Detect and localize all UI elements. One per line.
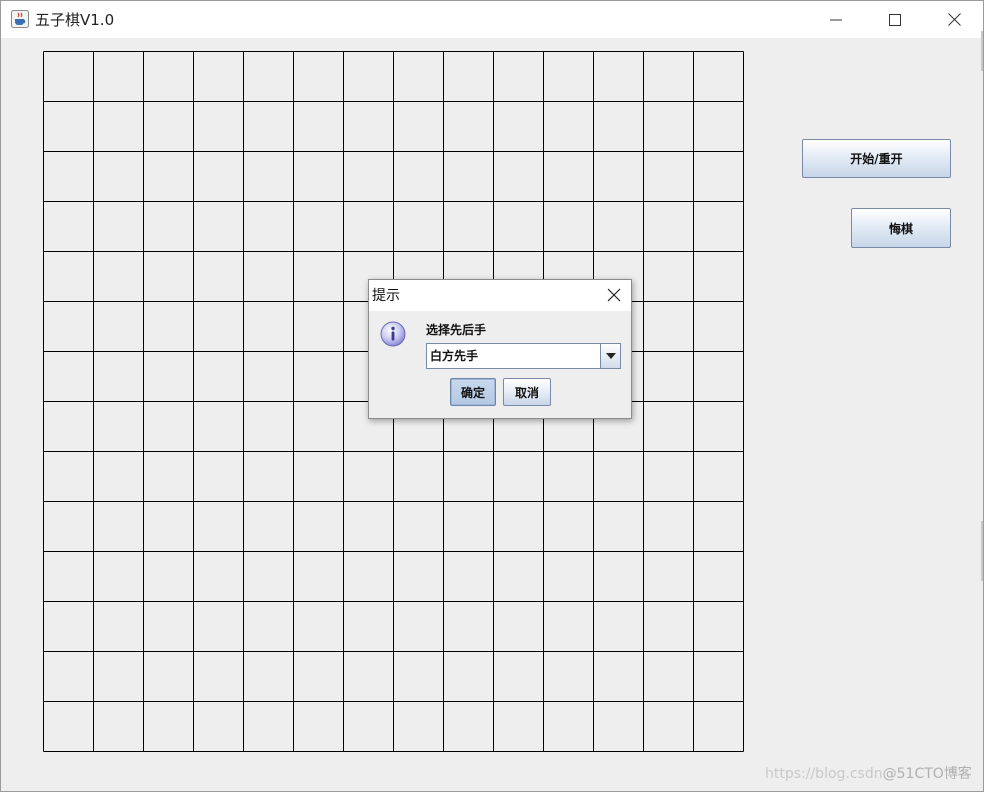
prompt-label: 选择先后手 bbox=[426, 323, 487, 337]
close-icon bbox=[607, 288, 621, 302]
close-icon bbox=[947, 13, 961, 26]
dialog-title-bar[interactable]: 提示 bbox=[369, 280, 631, 311]
maximize-button[interactable] bbox=[866, 1, 924, 38]
first-player-select[interactable]: 白方先手 bbox=[426, 343, 621, 369]
watermark-url: https://blog.csdn bbox=[765, 766, 883, 782]
java-cup-icon bbox=[11, 10, 29, 28]
title-bar[interactable]: 五子棋V1.0 bbox=[1, 1, 983, 38]
undo-button[interactable]: 悔棋 bbox=[851, 208, 951, 248]
edge-divider bbox=[981, 31, 983, 71]
edge-divider bbox=[981, 521, 983, 581]
dialog-title: 提示 bbox=[372, 288, 400, 304]
choose-order-dialog: 提示 选择先后手 白方先手 确定 取消 bbox=[368, 279, 632, 419]
select-value: 白方先手 bbox=[430, 349, 479, 363]
close-button[interactable] bbox=[925, 1, 983, 38]
window-title: 五子棋V1.0 bbox=[35, 11, 115, 29]
ok-button[interactable]: 确定 bbox=[450, 378, 496, 406]
maximize-icon bbox=[889, 13, 901, 26]
chevron-down-icon bbox=[605, 353, 616, 359]
minimize-icon bbox=[830, 19, 842, 20]
dropdown-arrow-button[interactable] bbox=[600, 344, 620, 368]
minimize-button[interactable] bbox=[807, 1, 865, 38]
info-icon bbox=[380, 321, 406, 347]
watermark: https://blog.csdn@51CTO博客 bbox=[765, 765, 972, 783]
cancel-button[interactable]: 取消 bbox=[503, 378, 551, 406]
dialog-close-button[interactable] bbox=[605, 286, 623, 304]
start-restart-button[interactable]: 开始/重开 bbox=[802, 139, 951, 178]
watermark-site: @51CTO博客 bbox=[882, 766, 972, 782]
